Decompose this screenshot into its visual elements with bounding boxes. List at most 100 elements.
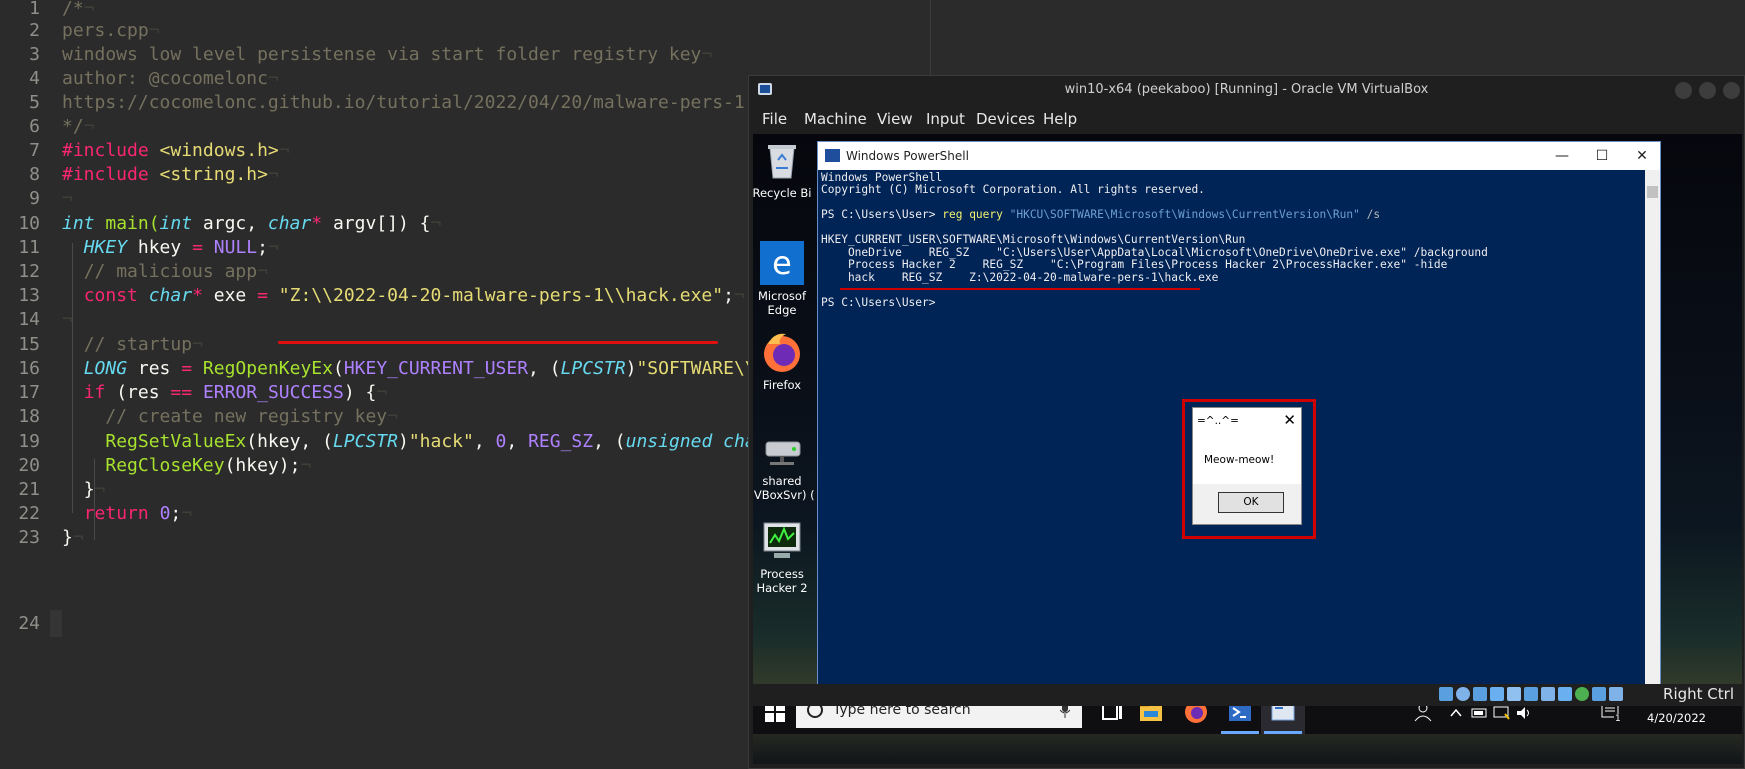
battery-icon[interactable] <box>1471 706 1489 720</box>
menu-devices[interactable]: Devices <box>976 110 1035 128</box>
ok-button[interactable]: OK <box>1218 492 1284 513</box>
powershell-title: Windows PowerShell <box>846 149 969 163</box>
active-app-indicator <box>1221 731 1259 734</box>
process-hacker-icon <box>760 519 804 563</box>
ps-maximize-button[interactable]: ☐ <box>1588 146 1616 166</box>
code-line-18: // create new registry key¬ <box>105 406 398 427</box>
code-line-21: }¬ <box>83 479 106 500</box>
scrollbar-thumb[interactable] <box>1647 186 1658 198</box>
powershell-icon <box>825 149 840 162</box>
code-line-22: return 0;¬ <box>83 503 193 524</box>
desktop-icon-recycle-bin[interactable]: Recycle Bi <box>753 138 815 200</box>
code-line-7: #include <windows.h>¬ <box>62 140 290 161</box>
network-drive-icon <box>760 426 804 470</box>
edge-icon: e <box>760 241 804 285</box>
line-number: 16 <box>18 358 40 379</box>
desktop-icon-edge[interactable]: e Microsof Edge <box>753 241 815 317</box>
code-line-9: ¬ <box>62 188 73 209</box>
vbox-status-bar: Right Ctrl <box>749 684 1744 706</box>
line-number: 9 <box>29 188 40 209</box>
shared-folders-icon[interactable] <box>1524 687 1538 701</box>
chevron-up-icon[interactable] <box>1449 706 1463 720</box>
virtualbox-window[interactable]: win10-x64 (peekaboo) [Running] - Oracle … <box>748 75 1745 769</box>
message-box-title: =^..^= <box>1197 415 1239 427</box>
usb-icon[interactable] <box>1507 687 1521 701</box>
vbox-menu-bar: File Machine View Input Devices Help <box>749 104 1744 134</box>
desktop-icon-label: Firefox <box>762 378 802 392</box>
line-number: 6 <box>29 116 40 137</box>
display-icon[interactable] <box>1541 687 1555 701</box>
console-line: HKEY_CURRENT_USER\SOFTWARE\Microsoft\Win… <box>821 233 1246 246</box>
desktop-icon-label: Process Hacker 2 <box>756 567 808 595</box>
menu-view[interactable]: View <box>877 110 913 128</box>
code-line-16: LONG res = RegOpenKeyEx(HKEY_CURRENT_USE… <box>83 358 756 379</box>
code-line-6: */¬ <box>62 116 95 137</box>
console-line: Copyright (C) Microsoft Corporation. All… <box>821 183 1205 196</box>
message-box-footer: OK <box>1193 484 1301 524</box>
line-number: 21 <box>18 479 40 500</box>
network-icon[interactable] <box>1493 705 1511 721</box>
ps-close-button[interactable]: ✕ <box>1628 146 1656 166</box>
code-line-20: RegCloseKey(hkey);¬ <box>105 455 312 476</box>
console-line: Process Hacker 2 REG_SZ "C:\Program File… <box>821 258 1448 271</box>
line-number: 12 <box>18 261 40 282</box>
close-button[interactable] <box>1723 82 1740 99</box>
line-number: 7 <box>29 140 40 161</box>
code-line-17: if (res == ERROR_SUCCESS) {¬ <box>83 382 388 403</box>
code-line-4: author: @cocomelonc¬ <box>62 68 279 89</box>
message-box[interactable]: =^..^= ✕ Meow-meow! OK <box>1192 407 1302 525</box>
code-line-5: https://cocomelonc.github.io/tutorial/20… <box>62 92 745 113</box>
menu-input[interactable]: Input <box>926 110 965 128</box>
powershell-scrollbar[interactable] <box>1645 170 1660 685</box>
notification-count: 1 <box>1614 714 1622 724</box>
mouse-integration-icon[interactable] <box>1592 687 1606 701</box>
active-app-indicator <box>1264 731 1302 734</box>
line-number: 4 <box>29 68 40 89</box>
console-prompt: PS C:\Users\User> <box>821 296 936 309</box>
clock-date: 4/20/2022 <box>1647 711 1706 725</box>
message-box-close-button[interactable]: ✕ <box>1283 411 1296 429</box>
maximize-button[interactable] <box>1699 82 1716 99</box>
desktop-icon-process-hacker[interactable]: Process Hacker 2 <box>753 519 815 595</box>
desktop-icon-firefox[interactable]: Firefox <box>753 330 815 392</box>
line-number: 5 <box>29 92 40 113</box>
line-number: 20 <box>18 455 40 476</box>
line-number: 17 <box>18 382 40 403</box>
minimize-button[interactable] <box>1675 82 1692 99</box>
line-number: 22 <box>18 503 40 524</box>
svg-text:e: e <box>772 244 792 282</box>
code-line-19: RegSetValueEx(hkey, (LPCSTR)"hack", 0, R… <box>105 431 756 452</box>
audio-icon[interactable] <box>1473 687 1487 701</box>
desktop-icon-label: Recycle Bi <box>753 186 812 200</box>
line-number: 14 <box>18 309 40 330</box>
line-number: 10 <box>18 213 40 234</box>
hard-disk-icon[interactable] <box>1439 687 1453 701</box>
code-line-12: // malicious app¬ <box>83 261 268 282</box>
video-capture-icon[interactable] <box>1558 687 1572 701</box>
code-line-11: HKEY hkey = NULL;¬ <box>83 237 279 258</box>
volume-icon[interactable] <box>1515 705 1533 721</box>
desktop-icon-shared[interactable]: shared (VBoxSvr) ( <box>753 426 815 502</box>
powershell-title-bar[interactable]: Windows PowerShell — ☐ ✕ <box>818 142 1660 170</box>
desktop-icon-label: Microsof Edge <box>757 289 807 317</box>
line-number: 8 <box>29 164 40 185</box>
code-line-8: #include <string.h>¬ <box>62 164 279 185</box>
line-number: 3 <box>29 44 40 65</box>
guest-desktop[interactable]: Recycle Bi e Microsof Edge Firefox share… <box>753 134 1742 764</box>
menu-help[interactable]: Help <box>1043 110 1077 128</box>
line-number: 24 <box>18 613 40 634</box>
keyboard-capture-icon[interactable] <box>1609 687 1623 701</box>
optical-drive-icon[interactable] <box>1456 687 1470 701</box>
network-adapter-icon[interactable] <box>1490 687 1504 701</box>
desktop-icon-label: shared (VBoxSvr) ( <box>753 474 815 502</box>
red-underline-registry-entry <box>840 288 1200 290</box>
host-key-label: Right Ctrl <box>1663 685 1734 703</box>
red-underline-exe-path <box>278 341 718 344</box>
vbox-title-bar[interactable]: win10-x64 (peekaboo) [Running] - Oracle … <box>749 76 1744 104</box>
line-number: 18 <box>18 406 40 427</box>
ps-minimize-button[interactable]: — <box>1548 146 1576 166</box>
code-line-14: ¬ <box>62 309 73 330</box>
menu-machine[interactable]: Machine <box>804 110 867 128</box>
menu-file[interactable]: File <box>762 110 787 128</box>
vt-x-icon[interactable] <box>1575 687 1589 701</box>
